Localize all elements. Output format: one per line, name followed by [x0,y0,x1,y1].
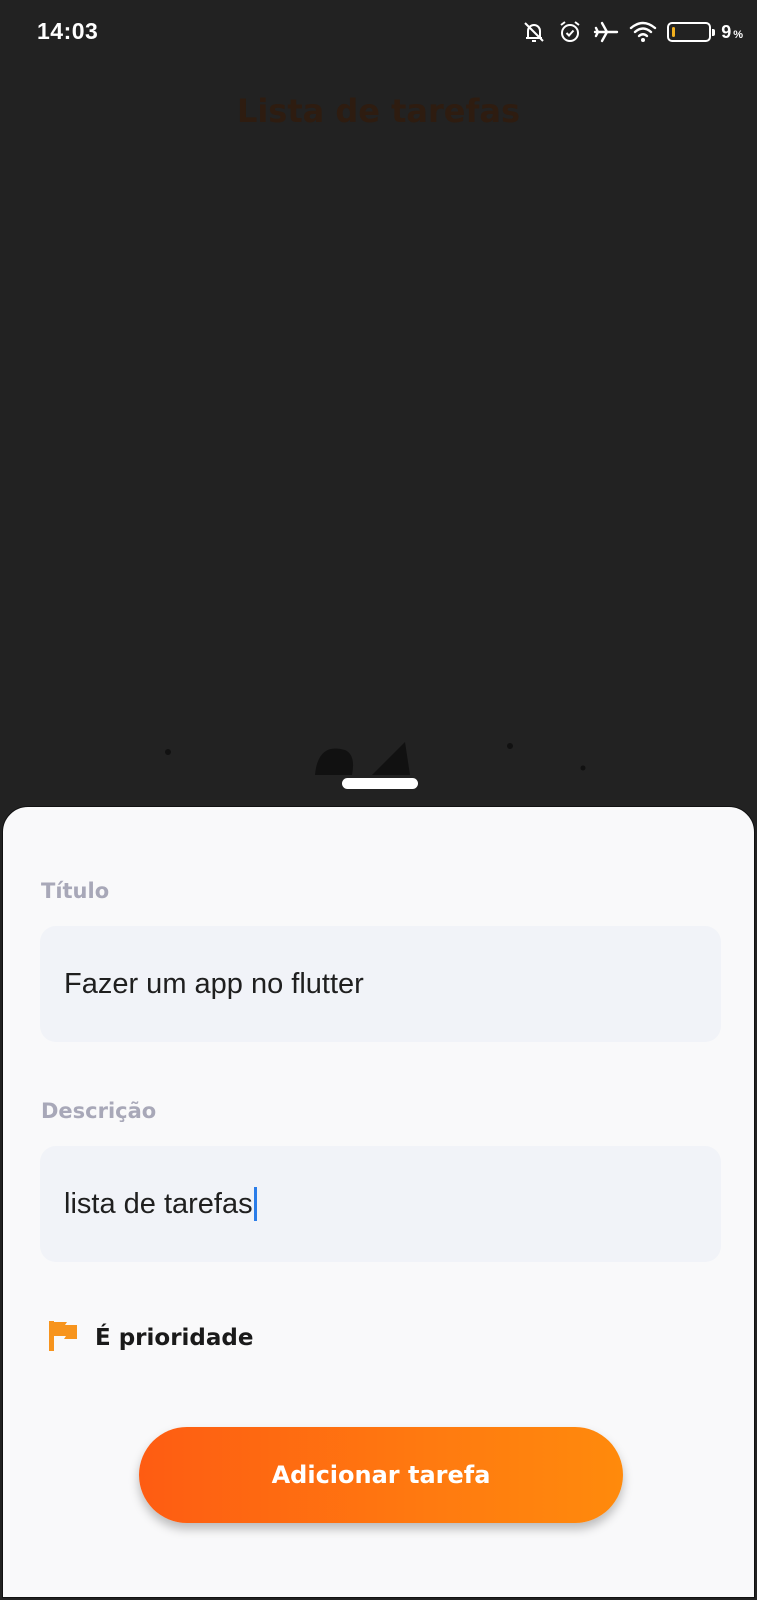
title-input[interactable]: Fazer um app no flutter [40,926,721,1042]
sheet-drag-handle[interactable] [342,778,418,789]
title-input-value: Fazer um app no flutter [64,967,364,1000]
description-input-value: lista de tarefas [64,1187,253,1220]
add-task-sheet: Título Fazer um app no flutter Descrição… [2,806,755,1598]
priority-toggle[interactable]: É prioridade [47,1319,253,1357]
airplane-icon [593,19,619,45]
flag-icon [47,1319,79,1357]
status-icons: 9% [521,17,743,47]
app-title: Lista de tarefas [236,92,521,130]
alarm-icon [557,19,583,45]
battery-level-fill [672,27,676,37]
status-time: 14:03 [37,18,99,44]
description-label: Descrição [41,1099,157,1123]
priority-label: É prioridade [95,1325,254,1351]
add-task-button[interactable]: Adicionar tarefa [139,1427,623,1523]
background-illustration [165,742,586,775]
title-label: Título [41,879,110,903]
text-cursor [253,1187,257,1221]
battery-unit: % [733,28,743,41]
battery-icon [667,22,716,42]
battery-percentage: 9% [721,22,743,43]
description-input[interactable]: lista de tarefas [40,1146,721,1262]
battery-level-value: 9 [721,21,732,42]
status-bar: 14:03 9 % [0,0,757,64]
bell-muted-icon [521,19,547,45]
wifi-icon [629,19,657,45]
